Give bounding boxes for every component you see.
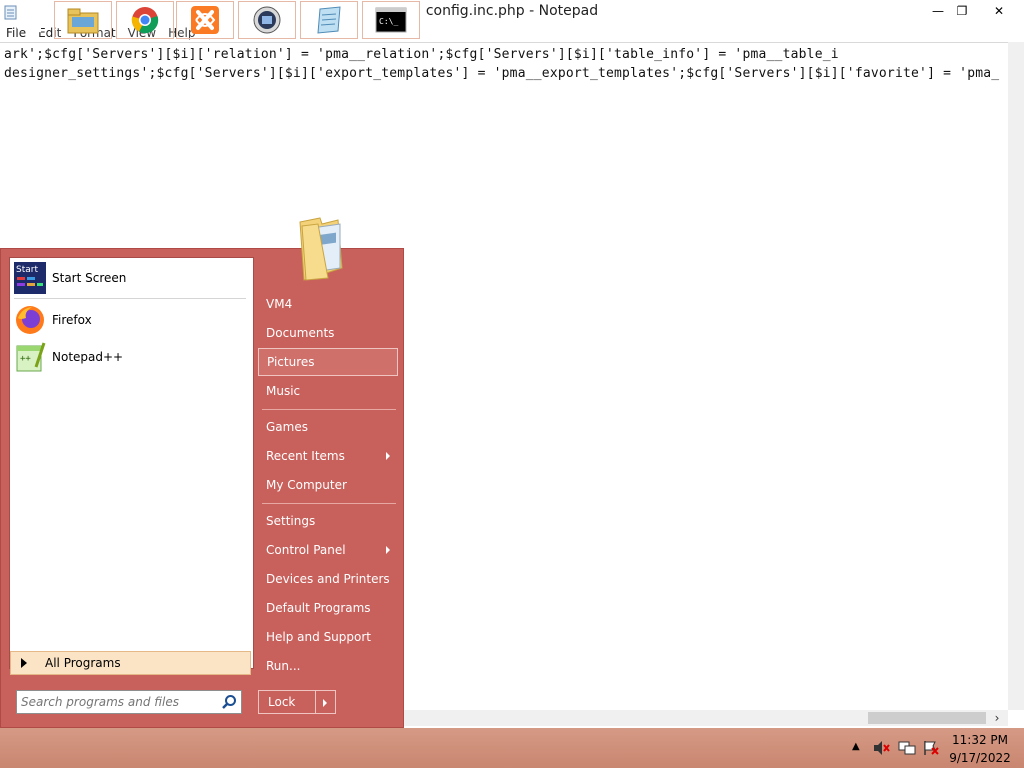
start-item-label: Default Programs bbox=[266, 601, 371, 615]
submenu-arrow-icon bbox=[386, 452, 390, 460]
show-hidden-icons-chevron-up-icon[interactable]: ▲ bbox=[852, 741, 860, 752]
action-center-flag-icon[interactable] bbox=[922, 740, 940, 756]
xampp-icon bbox=[191, 6, 219, 34]
clock-time[interactable]: 11:32 PM bbox=[940, 733, 1020, 747]
all-programs-label: All Programs bbox=[45, 656, 121, 670]
pinned-notepad-plus-plus[interactable]: ++ Notepad++ bbox=[14, 340, 123, 374]
start-item-label: Settings bbox=[266, 514, 316, 528]
horizontal-scroll-thumb[interactable] bbox=[868, 712, 986, 724]
start-item-help-and-support[interactable]: Help and Support bbox=[258, 623, 398, 651]
editor-line: designer_settings';$cfg['Servers'][$i]['… bbox=[4, 66, 1000, 81]
start-item-control-panel[interactable]: Control Panel bbox=[258, 536, 398, 564]
taskbar-notepad[interactable] bbox=[300, 1, 358, 39]
triangle-right-icon bbox=[21, 658, 27, 668]
start-item-vm4[interactable]: VM4 bbox=[258, 290, 398, 318]
start-screen-icon: Start bbox=[14, 262, 46, 294]
firefox-icon bbox=[16, 306, 44, 334]
divider bbox=[262, 409, 396, 410]
taskbar bbox=[0, 728, 1024, 768]
close-button[interactable]: ✕ bbox=[976, 0, 1022, 22]
taskbar-chrome[interactable] bbox=[116, 1, 174, 39]
editor-line: ark';$cfg['Servers'][$i]['relation'] = '… bbox=[4, 47, 839, 62]
start-item-label: Control Panel bbox=[266, 543, 346, 557]
chrome-icon bbox=[131, 7, 159, 34]
windows-start-button[interactable] bbox=[0, 1, 58, 39]
start-item-label: VM4 bbox=[266, 297, 293, 311]
start-item-label: Devices and Printers bbox=[266, 572, 390, 586]
start-menu-programs-pane: Start Start Screen Firefox ++ Notepad++ bbox=[9, 257, 254, 669]
start-item-label: Games bbox=[266, 420, 308, 434]
all-programs-button[interactable]: All Programs bbox=[10, 651, 251, 675]
start-item-music[interactable]: Music bbox=[258, 377, 398, 405]
maximize-button[interactable]: ❐ bbox=[948, 0, 976, 22]
start-item-documents[interactable]: Documents bbox=[258, 319, 398, 347]
network-icon[interactable] bbox=[898, 740, 916, 756]
start-item-label: Help and Support bbox=[266, 630, 371, 644]
start-item-run[interactable]: Run... bbox=[258, 652, 398, 680]
start-item-label: Documents bbox=[266, 326, 335, 340]
cmd-prompt-text: C:\_ bbox=[379, 17, 398, 26]
start-item-label: Run... bbox=[266, 659, 301, 673]
search-icon[interactable] bbox=[221, 694, 237, 710]
pinned-label: Firefox bbox=[52, 313, 92, 327]
start-search-box[interactable] bbox=[16, 690, 242, 714]
submenu-arrow-icon bbox=[386, 546, 390, 554]
start-item-label: Music bbox=[266, 384, 301, 398]
volume-muted-icon[interactable] bbox=[872, 740, 890, 756]
start-item-label: My Computer bbox=[266, 478, 347, 492]
vertical-scrollbar[interactable] bbox=[1008, 42, 1024, 710]
taskbar-command-prompt[interactable]: C:\_ bbox=[362, 1, 420, 39]
clock-date[interactable]: 9/17/2022 bbox=[940, 751, 1020, 765]
pinned-start-screen[interactable]: Start Start Screen bbox=[14, 261, 126, 295]
start-tile-text: Start bbox=[16, 265, 38, 275]
start-item-games[interactable]: Games bbox=[258, 413, 398, 441]
pinned-label: Start Screen bbox=[52, 271, 127, 285]
lock-button[interactable]: Lock bbox=[258, 690, 316, 714]
start-item-devices-and-printers[interactable]: Devices and Printers bbox=[258, 565, 398, 593]
start-item-recent-items[interactable]: Recent Items bbox=[258, 442, 398, 470]
divider bbox=[14, 298, 246, 299]
folder-icon bbox=[299, 217, 343, 281]
search-input[interactable] bbox=[21, 694, 211, 710]
svg-text:++: ++ bbox=[20, 354, 31, 364]
start-item-label: Recent Items bbox=[266, 449, 345, 463]
start-item-settings[interactable]: Settings bbox=[258, 507, 398, 535]
taskbar-file-explorer[interactable] bbox=[54, 1, 112, 39]
scroll-right-arrow-icon[interactable]: › bbox=[990, 710, 1004, 726]
start-item-pictures[interactable]: Pictures bbox=[258, 348, 398, 376]
command-prompt-icon: C:\_ bbox=[375, 7, 407, 33]
lock-options-arrow-button[interactable] bbox=[316, 690, 336, 714]
pinned-firefox[interactable]: Firefox bbox=[14, 303, 92, 337]
taskbar-window-manager[interactable] bbox=[238, 1, 296, 39]
windows-start-icon bbox=[17, 7, 41, 33]
start-item-label: Pictures bbox=[267, 355, 315, 369]
taskbar-xampp[interactable] bbox=[176, 1, 234, 39]
notepad-plus-plus-icon: ++ bbox=[16, 342, 46, 372]
file-explorer-icon bbox=[67, 8, 99, 34]
start-item-default-programs[interactable]: Default Programs bbox=[258, 594, 398, 622]
notepad-icon bbox=[317, 6, 341, 34]
divider bbox=[262, 503, 396, 504]
pinned-label: Notepad++ bbox=[52, 350, 124, 364]
start-item-my-computer[interactable]: My Computer bbox=[258, 471, 398, 499]
window-manager-icon bbox=[253, 6, 281, 34]
